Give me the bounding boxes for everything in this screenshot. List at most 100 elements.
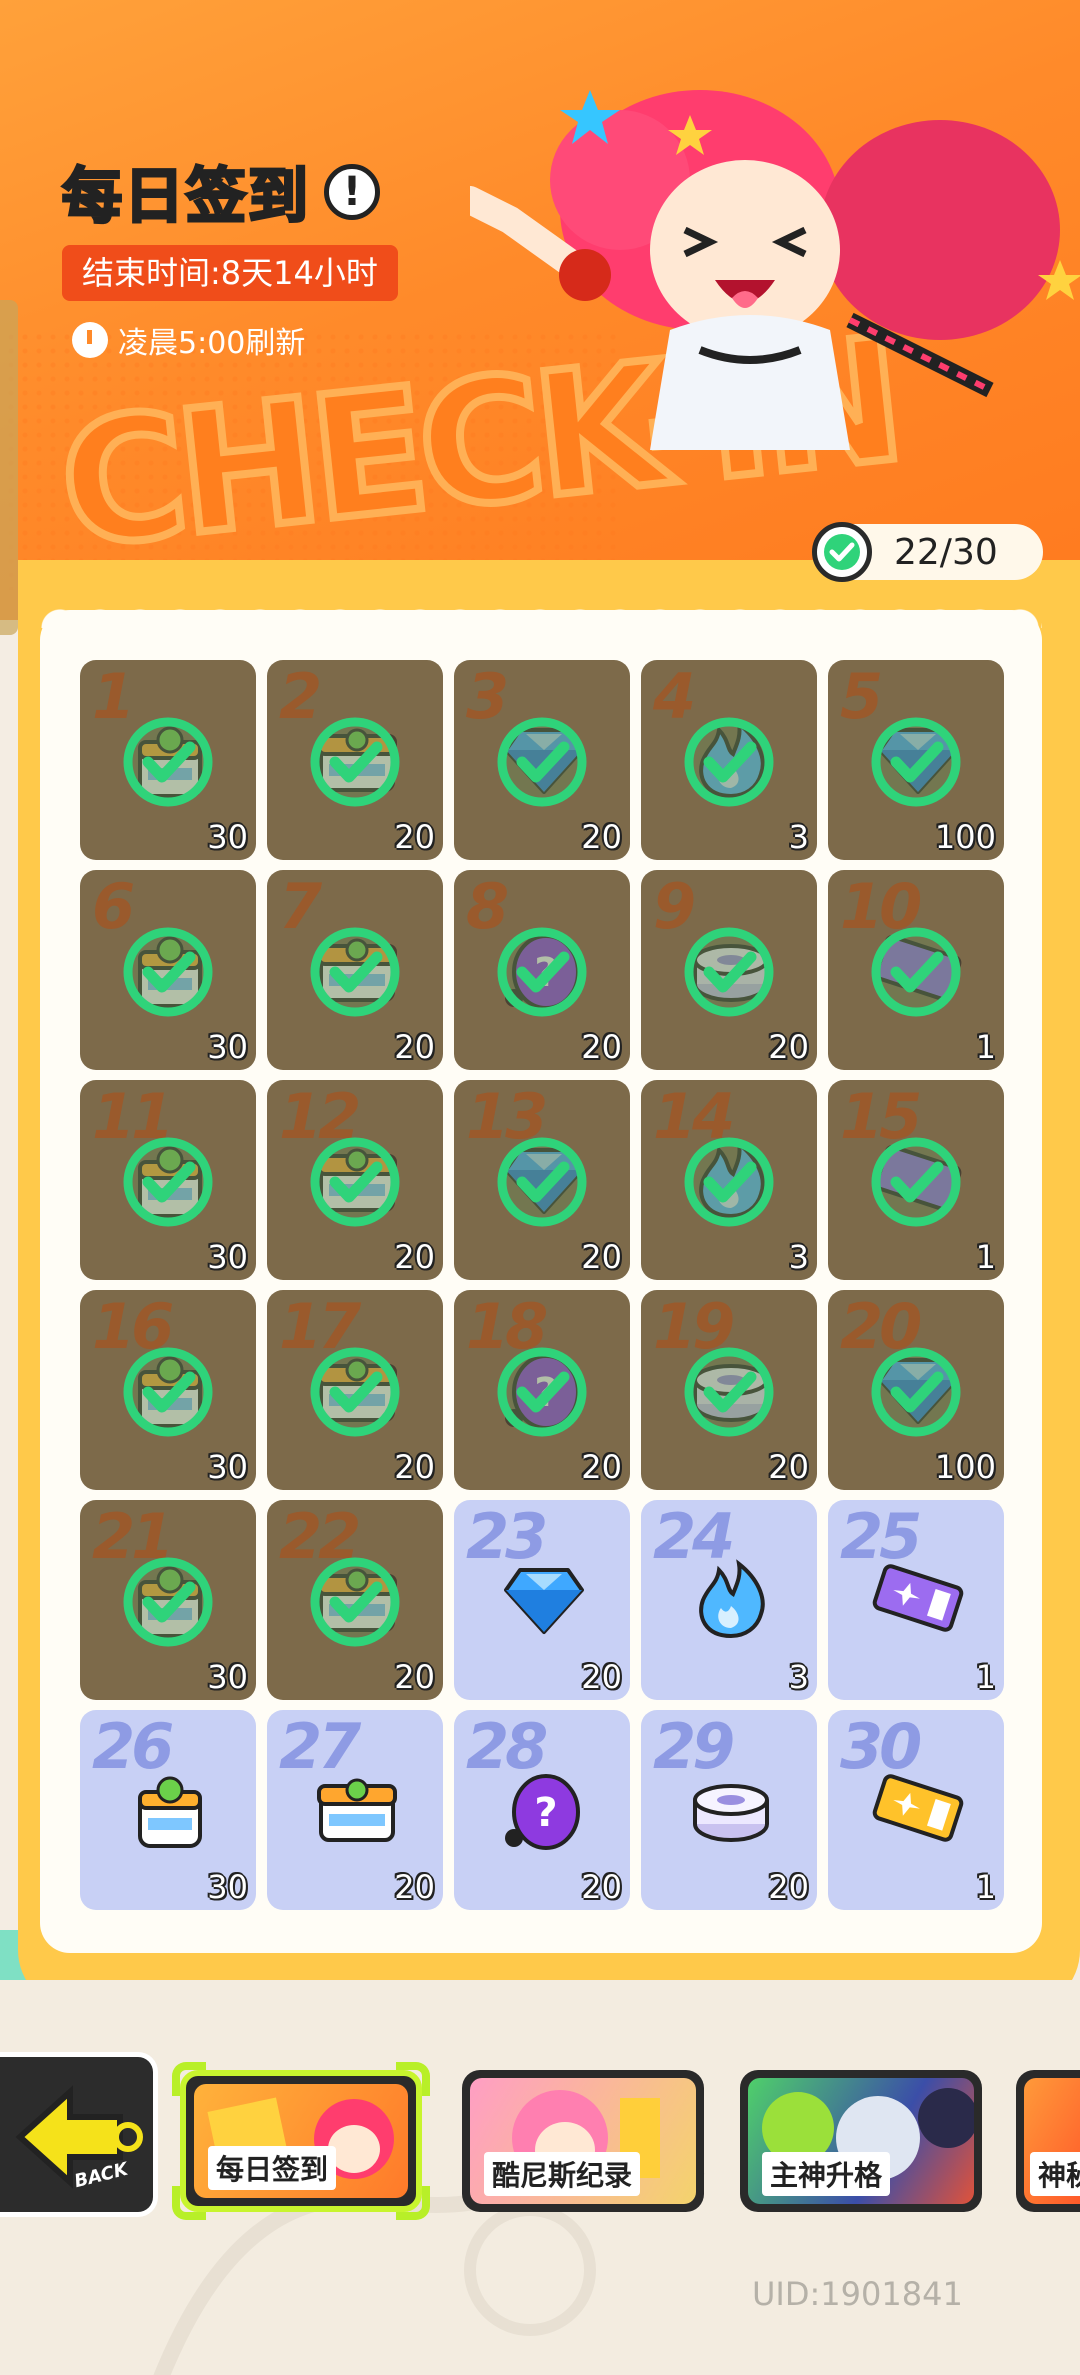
nav-label: 主神升格	[762, 2152, 891, 2196]
nav-label: 神秘	[1030, 2152, 1080, 2196]
reward-quantity: 20	[581, 1868, 622, 1906]
claimed-check-icon	[123, 1557, 213, 1647]
day-cell[interactable]: 10 1	[828, 870, 1004, 1070]
day-cell[interactable]: 17 20	[267, 1290, 443, 1490]
day-cell[interactable]: 3 20	[454, 660, 630, 860]
reward-quantity: 1	[975, 1658, 996, 1696]
reward-quantity: 20	[394, 818, 435, 856]
claimed-check-icon	[871, 1137, 961, 1227]
progress-counter: 22/30	[812, 522, 1043, 582]
day-cell[interactable]: 7 20	[267, 870, 443, 1070]
reward-quantity: 20	[768, 1028, 809, 1066]
reward-quantity: 20	[768, 1448, 809, 1486]
reward-quantity: 100	[934, 1448, 996, 1486]
gold-ticket-icon	[872, 1774, 964, 1842]
svg-text:?: ?	[534, 1790, 557, 1836]
reward-quantity: 20	[581, 1658, 622, 1696]
day-cell[interactable]: 2 20	[267, 660, 443, 860]
claimed-check-icon	[871, 927, 961, 1017]
reward-quantity: 20	[581, 1238, 622, 1276]
day-cell[interactable]: 24 3	[641, 1500, 817, 1700]
page-title: 每日签到	[61, 161, 310, 234]
nav-tab-records[interactable]: 酷尼斯纪录	[462, 2070, 704, 2212]
claimed-check-icon	[123, 717, 213, 807]
bottom-nav: BACK 每日签到 酷尼斯纪录 主神升格 神	[0, 2052, 1080, 2222]
day-cell[interactable]: 19 20	[641, 1290, 817, 1490]
user-id: UID:1901841	[752, 2275, 963, 2313]
can-icon	[693, 1784, 769, 1842]
check-circle-icon	[812, 522, 872, 582]
day-cell[interactable]: 22 20	[267, 1500, 443, 1700]
claimed-check-icon	[123, 1347, 213, 1437]
gem-icon	[504, 1568, 584, 1634]
day-cell[interactable]: 15 1	[828, 1080, 1004, 1280]
day-cell[interactable]: 28? 20	[454, 1710, 630, 1910]
claimed-check-icon	[684, 1137, 774, 1227]
mascot-illustration	[470, 90, 1080, 450]
back-arrow-icon	[15, 2085, 143, 2189]
reward-quantity: 30	[207, 1658, 248, 1696]
reward-quantity: 3	[788, 818, 809, 856]
nav-tab-daily-checkin[interactable]: 每日签到	[172, 2062, 430, 2220]
purple-ticket-icon	[872, 1564, 964, 1632]
claimed-check-icon	[497, 717, 587, 807]
title-row: 每日签到 !	[61, 148, 380, 235]
claimed-check-icon	[123, 927, 213, 1017]
board-scallop-edge	[40, 598, 1042, 628]
mystery-egg-icon: ?	[505, 1774, 580, 1850]
nav-label: 每日签到	[208, 2146, 337, 2190]
reward-quantity: 1	[975, 1238, 996, 1276]
nav-label: 酷尼斯纪录	[484, 2152, 641, 2196]
reward-quantity: 20	[394, 1868, 435, 1906]
nav-tab-ascension[interactable]: 主神升格	[740, 2070, 982, 2212]
day-cell[interactable]: 25 1	[828, 1500, 1004, 1700]
day-cell[interactable]: 8?20	[454, 870, 630, 1070]
side-pull-tab[interactable]	[0, 300, 18, 635]
claimed-check-icon	[123, 1137, 213, 1227]
claimed-check-icon	[310, 717, 400, 807]
day-cell[interactable]: 26 30	[80, 1710, 256, 1910]
day-cell[interactable]: 16 30	[80, 1290, 256, 1490]
end-time-badge: 结束时间:8天14小时	[62, 245, 398, 301]
day-cell[interactable]: 29 20	[641, 1710, 817, 1910]
day-cell[interactable]: 1 30	[80, 660, 256, 860]
claimed-check-icon	[684, 1347, 774, 1437]
reward-quantity: 20	[394, 1028, 435, 1066]
reward-quantity: 3	[788, 1658, 809, 1696]
claimed-check-icon	[497, 1137, 587, 1227]
day-cell[interactable]: 9 20	[641, 870, 817, 1070]
day-cell[interactable]: 21 30	[80, 1500, 256, 1700]
reward-quantity: 1	[975, 1868, 996, 1906]
nav-tab-mystery[interactable]: 神秘	[1016, 2070, 1080, 2212]
day-cell[interactable]: 23 20	[454, 1500, 630, 1700]
day-cell[interactable]: 18?20	[454, 1290, 630, 1490]
claimed-check-icon	[310, 1557, 400, 1647]
reward-quantity: 20	[581, 1028, 622, 1066]
progress-text: 22/30	[894, 531, 998, 573]
claimed-check-icon	[871, 717, 961, 807]
day-cell[interactable]: 13 20	[454, 1080, 630, 1280]
info-icon[interactable]: !	[324, 163, 380, 220]
day-cell[interactable]: 43	[641, 660, 817, 860]
reward-quantity: 20	[581, 1448, 622, 1486]
refresh-info: 凌晨5:00刷新	[72, 318, 305, 362]
day-cell[interactable]: 5 100	[828, 660, 1004, 860]
reward-quantity: 30	[207, 1448, 248, 1486]
clock-icon	[72, 322, 108, 358]
claimed-check-icon	[310, 927, 400, 1017]
day-cell[interactable]: 14 3	[641, 1080, 817, 1280]
day-cell[interactable]: 27 20	[267, 1710, 443, 1910]
reward-quantity: 20	[394, 1448, 435, 1486]
box-icon	[317, 1778, 397, 1842]
day-cell[interactable]: 20 100	[828, 1290, 1004, 1490]
day-cell[interactable]: 30 1	[828, 1710, 1004, 1910]
day-cell[interactable]: 6 30	[80, 870, 256, 1070]
day-cell[interactable]: 12 20	[267, 1080, 443, 1280]
reward-quantity: 30	[207, 1238, 248, 1276]
day-cell[interactable]: 11 30	[80, 1080, 256, 1280]
reward-quantity: 20	[581, 818, 622, 856]
back-button[interactable]: BACK	[0, 2052, 158, 2217]
refresh-text: 凌晨5:00刷新	[118, 326, 306, 361]
claimed-check-icon	[684, 927, 774, 1017]
reward-quantity: 100	[934, 818, 996, 856]
